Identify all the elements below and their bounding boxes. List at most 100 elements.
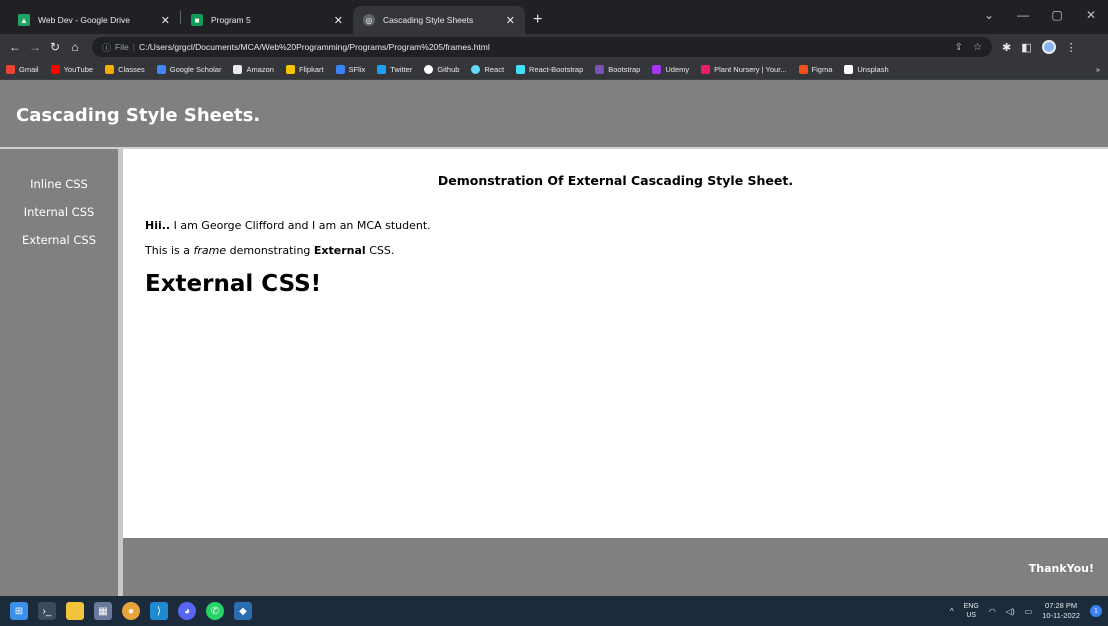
calendar-app-icon[interactable]: ▦ bbox=[94, 602, 112, 620]
close-icon[interactable]: ✕ bbox=[506, 14, 515, 27]
footer-text: ThankYou! bbox=[1028, 562, 1094, 575]
side-panel-icon[interactable]: ◧ bbox=[1021, 41, 1031, 54]
strong-text: External bbox=[313, 244, 366, 257]
reload-icon[interactable]: ↻ bbox=[46, 40, 64, 54]
discord-icon[interactable]: ◕ bbox=[178, 602, 196, 620]
scholar-icon bbox=[156, 65, 166, 74]
bookmark-label: SFlix bbox=[348, 65, 366, 74]
close-icon[interactable]: ✕ bbox=[334, 14, 343, 27]
taskbar: ⊞ ›_ ▦ ● ⟩ ◕ ✆ ◆ ^ ENG US ◠ ◁) ▭ 07:28 P… bbox=[0, 596, 1108, 626]
footer-frame: ThankYou! bbox=[123, 538, 1108, 596]
wifi-icon[interactable]: ◠ bbox=[989, 607, 996, 616]
youtube-icon bbox=[50, 65, 60, 74]
bookmark-unsplash[interactable]: Unsplash bbox=[844, 65, 889, 74]
bootstrap-icon bbox=[595, 65, 605, 74]
windows-start-icon[interactable]: ⊞ bbox=[10, 602, 28, 620]
bookmark-label: Twitter bbox=[390, 65, 413, 74]
restore-icon[interactable]: ▢ bbox=[1040, 8, 1074, 22]
share-icon[interactable]: ⇪ bbox=[955, 42, 963, 53]
back-arrow-icon[interactable]: ← bbox=[6, 40, 24, 54]
bookmark-label: Google Scholar bbox=[169, 65, 222, 74]
address-bar[interactable]: ⓘ File | C:/Users/grgcl/Documents/MCA/We… bbox=[92, 37, 992, 57]
bookmark-label: Classes bbox=[118, 65, 145, 74]
battery-icon[interactable]: ▭ bbox=[1025, 607, 1033, 616]
unsplash-icon bbox=[844, 65, 854, 74]
url-text[interactable]: C:/Users/grgcl/Documents/MCA/Web%20Progr… bbox=[139, 42, 490, 52]
terminal-icon[interactable]: ›_ bbox=[38, 602, 56, 620]
nav-link-internal-css[interactable]: Internal CSS bbox=[0, 204, 118, 220]
language-code: ENG bbox=[963, 603, 979, 610]
clock-time: 07:28 PM bbox=[1045, 601, 1078, 610]
plant-nursery-icon bbox=[701, 65, 711, 74]
content-heading: Demonstration Of External Cascading Styl… bbox=[437, 173, 794, 188]
app-icon[interactable]: ◆ bbox=[234, 602, 252, 620]
minimize-icon[interactable]: — bbox=[1006, 8, 1040, 22]
page-viewport: Cascading Style Sheets. Inline CSS Inter… bbox=[0, 80, 1108, 596]
bookmark-classes[interactable]: Classes bbox=[105, 65, 145, 74]
bookmarks-overflow-icon[interactable]: » bbox=[1096, 65, 1100, 74]
file-scheme-label: File bbox=[115, 42, 129, 52]
home-icon[interactable]: ⌂ bbox=[66, 40, 84, 54]
text-run: CSS. bbox=[365, 244, 395, 257]
bookmark-google-scholar[interactable]: Google Scholar bbox=[156, 65, 222, 74]
bookmark-youtube[interactable]: YouTube bbox=[50, 65, 93, 74]
tab-title: Program 5 bbox=[211, 15, 251, 25]
bookmark-label: React-Bootstrap bbox=[529, 65, 584, 74]
tab-search-icon[interactable]: ⌄ bbox=[972, 8, 1006, 22]
bookmark-udemy[interactable]: Udemy bbox=[652, 65, 689, 74]
profile-avatar-icon[interactable] bbox=[1041, 40, 1056, 54]
nav-frame: Inline CSS Internal CSS External CSS bbox=[0, 149, 118, 596]
bookmark-star-icon[interactable]: ☆ bbox=[973, 42, 982, 53]
bookmark-label: Amazon bbox=[246, 65, 274, 74]
bookmark-gmail[interactable]: Gmail bbox=[6, 65, 39, 74]
clock-date: 10-11-2022 bbox=[1042, 611, 1080, 620]
figma-icon bbox=[798, 65, 808, 74]
header-frame: Cascading Style Sheets. bbox=[0, 80, 1108, 147]
bookmark-react-bootstrap[interactable]: React-Bootstrap bbox=[516, 65, 583, 74]
tab-cascading-style-sheets[interactable]: ◎ Cascading Style Sheets ✕ bbox=[353, 6, 525, 34]
new-tab-button[interactable]: + bbox=[533, 6, 542, 34]
chrome-icon[interactable]: ● bbox=[122, 602, 140, 620]
menu-kebab-icon[interactable]: ⋮ bbox=[1066, 41, 1077, 54]
tab-title: Cascading Style Sheets bbox=[383, 15, 474, 25]
text-run: demonstrating bbox=[226, 244, 314, 257]
whatsapp-icon[interactable]: ✆ bbox=[206, 602, 224, 620]
close-window-icon[interactable]: ✕ bbox=[1074, 8, 1108, 22]
notification-badge[interactable]: 1 bbox=[1090, 605, 1102, 617]
gmail-icon bbox=[6, 65, 15, 74]
language-indicator[interactable]: ENG US bbox=[964, 602, 979, 620]
globe-icon: ◎ bbox=[363, 14, 375, 26]
bookmark-figma[interactable]: Figma bbox=[798, 65, 832, 74]
react-icon bbox=[471, 65, 481, 74]
tab-title: Web Dev - Google Drive bbox=[38, 15, 130, 25]
bookmark-amazon[interactable]: Amazon bbox=[233, 65, 274, 74]
bookmark-twitter[interactable]: Twitter bbox=[377, 65, 412, 74]
bookmark-bootstrap[interactable]: Bootstrap bbox=[595, 65, 640, 74]
twitter-icon bbox=[377, 65, 387, 74]
tray-overflow-icon[interactable]: ^ bbox=[950, 607, 954, 616]
emphasis-text: frame bbox=[193, 244, 227, 257]
sflix-icon bbox=[335, 65, 345, 74]
forward-arrow-icon[interactable]: → bbox=[26, 40, 44, 54]
tab-web-dev[interactable]: ▲ Web Dev - Google Drive ✕ bbox=[8, 6, 180, 34]
close-icon[interactable]: ✕ bbox=[161, 14, 170, 27]
extensions-puzzle-icon[interactable]: ✱ bbox=[1002, 41, 1011, 54]
big-heading: External CSS! bbox=[145, 271, 322, 297]
vscode-icon[interactable]: ⟩ bbox=[150, 602, 168, 620]
bookmark-github[interactable]: Github bbox=[424, 65, 459, 74]
nav-link-external-css[interactable]: External CSS bbox=[0, 232, 118, 248]
volume-icon[interactable]: ◁) bbox=[1006, 607, 1015, 616]
intro-text: I am George Clifford and I am an MCA stu… bbox=[170, 219, 431, 232]
bookmark-sflix[interactable]: SFlix bbox=[335, 65, 366, 74]
bookmark-flipkart[interactable]: Flipkart bbox=[285, 65, 324, 74]
tab-strip: ▲ Web Dev - Google Drive ✕ ■ Program 5 ✕… bbox=[0, 0, 1108, 34]
nav-link-inline-css[interactable]: Inline CSS bbox=[0, 176, 118, 192]
bookmark-label: React bbox=[484, 65, 505, 74]
tab-program-5[interactable]: ■ Program 5 ✕ bbox=[181, 6, 353, 34]
browser-toolbar: ← → ↻ ⌂ ⓘ File | C:/Users/grgcl/Document… bbox=[0, 34, 1108, 60]
bookmark-plant-nursery[interactable]: Plant Nursery | Your... bbox=[701, 65, 787, 74]
clock[interactable]: 07:28 PM 10-11-2022 bbox=[1042, 601, 1080, 621]
bookmark-react[interactable]: React bbox=[471, 65, 504, 74]
info-icon[interactable]: ⓘ bbox=[102, 41, 111, 54]
file-explorer-icon[interactable] bbox=[66, 602, 84, 620]
